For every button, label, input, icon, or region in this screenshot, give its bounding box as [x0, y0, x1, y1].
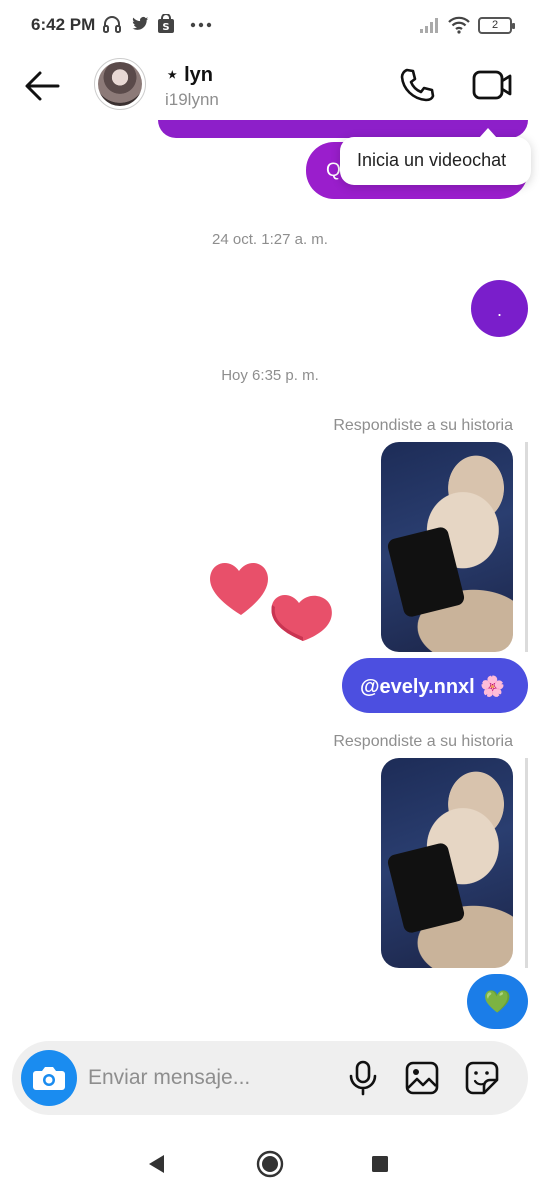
camera-button[interactable] — [21, 1050, 77, 1106]
dot-message-bubble[interactable]: . — [471, 280, 528, 337]
signal-icon — [420, 18, 438, 33]
status-bar: 6:42 PM S 2 — [0, 0, 540, 50]
contact-username: i19lynn — [165, 90, 219, 109]
story-reply-bar — [525, 442, 528, 652]
mention-message-bubble[interactable]: @evely.nnxl 🌸 — [342, 658, 528, 713]
heart-emoji: 💚 — [483, 989, 512, 1014]
hearts-sticker[interactable] — [205, 555, 337, 645]
more-dots-icon — [190, 22, 212, 28]
shopping-bag-icon: S — [158, 14, 174, 33]
story-reply-label: Respondiste a su historia — [333, 733, 513, 750]
battery-level: 2 — [491, 19, 499, 31]
status-time: 6:42 PM — [31, 15, 96, 34]
microphone-icon[interactable] — [346, 1060, 380, 1096]
story-thumbnail[interactable] — [381, 758, 513, 968]
timestamp: 24 oct. 1:27 a. m. — [212, 231, 328, 248]
avatar[interactable] — [94, 58, 146, 110]
story-phone-shape — [386, 525, 466, 619]
heart-message-bubble[interactable]: 💚 — [467, 974, 528, 1029]
story-thumbnail[interactable] — [381, 442, 513, 652]
headphones-icon — [103, 16, 121, 33]
chat-header: ⋆ lyn i19lynn — [0, 50, 540, 120]
nav-recents-icon[interactable] — [371, 1155, 389, 1173]
tooltip-text: Inicia un videochat — [357, 150, 507, 170]
system-navigation-bar — [0, 1130, 540, 1200]
sticker-icon[interactable] — [464, 1060, 500, 1096]
mention-text[interactable]: @evely.nnxl 🌸 — [360, 676, 505, 698]
nav-back-icon[interactable] — [146, 1153, 166, 1175]
previous-message-bubble[interactable] — [158, 120, 528, 138]
timestamp: Hoy 6:35 p. m. — [221, 367, 319, 384]
back-arrow-icon[interactable] — [22, 68, 62, 104]
svg-text:S: S — [162, 22, 169, 33]
avatar-image — [98, 62, 142, 106]
twitter-icon — [132, 16, 149, 30]
gallery-icon[interactable] — [404, 1060, 440, 1096]
story-reply-label: Respondiste a su historia — [333, 417, 513, 434]
battery-icon: 2 — [478, 17, 515, 34]
camera-icon — [33, 1067, 65, 1090]
nav-home-icon[interactable] — [256, 1150, 284, 1178]
video-camera-icon[interactable] — [471, 67, 513, 103]
message-input[interactable] — [88, 1063, 328, 1093]
phone-icon[interactable] — [397, 65, 437, 105]
story-phone-shape — [386, 841, 466, 935]
message-text: . — [496, 300, 502, 320]
videochat-tooltip[interactable]: Inicia un videochat — [340, 128, 531, 185]
message-text: Q — [326, 160, 341, 181]
message-composer — [12, 1041, 528, 1115]
contact-name[interactable]: ⋆ lyn — [166, 62, 213, 87]
story-reply-bar — [525, 758, 528, 968]
wifi-icon — [448, 16, 470, 34]
